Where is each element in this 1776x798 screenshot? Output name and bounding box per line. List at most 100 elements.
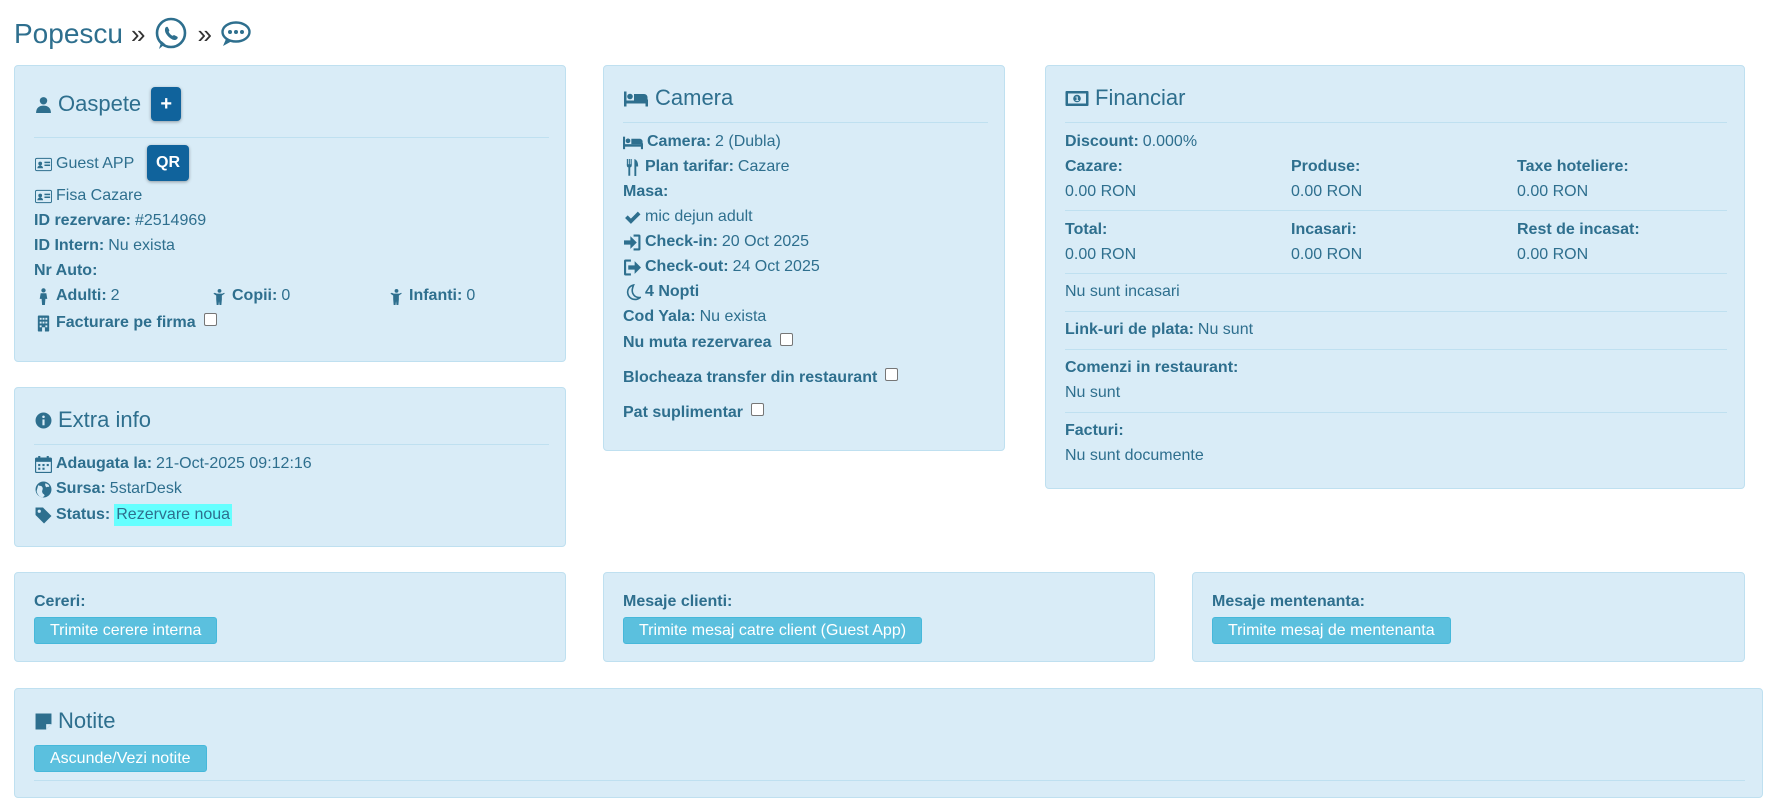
internal-id-row: ID Intern: Nu exista <box>34 236 175 256</box>
notes-panel: Notite Ascunde/Vezi notite <box>14 688 1763 798</box>
moon-icon <box>623 283 641 301</box>
chat-bubble-icon[interactable] <box>220 20 252 48</box>
restaurant-orders-label: Comenzi in restaurant: <box>1065 359 1239 376</box>
guest-app-link[interactable]: Guest APP <box>56 154 134 174</box>
send-maintenance-message-button[interactable]: Trimite mesaj de mentenanta <box>1212 617 1451 644</box>
block-transfer-label: Blocheaza transfer din restaurant <box>623 369 878 386</box>
meal-item-row: mic dejun adult <box>623 207 753 227</box>
notes-panel-title: Notite <box>58 708 116 733</box>
infant-icon <box>387 287 405 305</box>
breadcrumb-separator: » <box>130 18 146 49</box>
fisa-cazare-link[interactable]: Fisa Cazare <box>56 186 142 206</box>
company-billing-checkbox[interactable] <box>203 312 217 326</box>
discount-label: Discount: <box>1065 133 1139 150</box>
money-icon: 1 <box>1065 89 1089 107</box>
balance-value: 0.00 RON <box>1517 246 1589 263</box>
breadcrumb: Popescu » » <box>14 14 252 54</box>
payment-links-row: Link-uri de plata: Nu sunt <box>1065 320 1253 340</box>
room-row: Camera: 2 (Dubla) <box>623 132 781 152</box>
reservation-id-value: #2514969 <box>134 212 207 229</box>
rate-plan-row: Plan tarifar: Cazare <box>623 157 790 177</box>
checkin-value: 20 Oct 2025 <box>721 233 810 250</box>
sticky-note-icon <box>34 712 52 730</box>
block-transfer-checkbox[interactable] <box>885 367 899 381</box>
maintenance-messages-panel: Mesaje mentenanta: Trimite mesaj de ment… <box>1192 572 1745 662</box>
products-label: Produse: <box>1291 158 1361 175</box>
block-transfer-row: Blocheaza transfer din restaurant <box>623 367 899 388</box>
adults-row: Adulti: 2 <box>34 286 120 306</box>
balance-label: Rest de incasat: <box>1517 221 1640 238</box>
send-client-message-button[interactable]: Trimite mesaj catre client (Guest App) <box>623 617 923 644</box>
checkin-label: Check-in: <box>645 233 718 250</box>
bed-icon <box>623 133 643 151</box>
products-value: 0.00 RON <box>1291 183 1363 200</box>
guest-panel-header: Oaspete + <box>34 86 182 122</box>
lock-code-value: Nu exista <box>699 308 767 325</box>
room-panel-title: Camera <box>655 85 734 110</box>
send-internal-request-button[interactable]: Trimite cerere interna <box>34 617 218 644</box>
room-panel-header: Camera <box>623 82 733 114</box>
infants-label: Infanti: <box>409 287 463 304</box>
add-guest-button[interactable]: + <box>151 87 182 121</box>
company-billing-row: Facturare pe firma <box>34 312 217 333</box>
svg-text:1: 1 <box>1075 95 1080 103</box>
extra-info-panel: Extra info Adaugata la: 21-Oct-2025 09:1… <box>14 387 566 547</box>
added-at-label: Adaugata la: <box>56 455 153 472</box>
do-not-move-checkbox[interactable] <box>779 332 793 346</box>
discount-row: Discount: 0.000% <box>1065 132 1197 152</box>
nights-row: 4 Nopti <box>623 282 699 302</box>
added-at-value: 21-Oct-2025 09:12:16 <box>156 455 312 472</box>
financial-panel-header: 1 Financiar <box>1065 82 1185 114</box>
maintenance-messages-label: Mesaje mentenanta: <box>1212 593 1365 610</box>
whatsapp-icon[interactable] <box>153 16 189 52</box>
status-row: Status: Rezervare noua <box>34 504 233 526</box>
cutlery-icon <box>623 158 641 176</box>
status-label: Status: <box>56 506 111 523</box>
guest-panel-title: Oaspete <box>58 91 142 116</box>
do-not-move-label: Nu muta rezervarea <box>623 334 772 351</box>
room-label: Camera: <box>647 133 712 150</box>
internal-id-value: Nu exista <box>108 237 175 254</box>
guest-panel: Oaspete + Guest APP QR Fisa Cazare ID re… <box>14 65 566 362</box>
checkout-row: Check-out: 24 Oct 2025 <box>623 257 820 277</box>
guest-app-row: Guest APP <box>34 154 134 174</box>
discount-value: 0.000% <box>1142 133 1198 150</box>
payments-label: Incasari: <box>1291 221 1357 238</box>
car-number-row: Nr Auto: <box>34 261 97 281</box>
invoices-value: Nu sunt documente <box>1065 447 1204 464</box>
toggle-notes-button[interactable]: Ascunde/Vezi notite <box>34 745 207 772</box>
info-circle-icon <box>34 411 52 429</box>
accommodation-value: 0.00 RON <box>1065 183 1137 200</box>
hotel-tax-label: Taxe hoteliere: <box>1517 158 1629 175</box>
sign-in-icon <box>623 233 641 251</box>
user-icon <box>34 95 52 113</box>
check-icon <box>623 208 641 226</box>
adults-label: Adulti: <box>56 287 107 304</box>
globe-icon <box>34 480 52 498</box>
source-label: Sursa: <box>56 480 106 497</box>
reservation-id-row: ID rezervare: #2514969 <box>34 211 206 231</box>
extra-bed-checkbox[interactable] <box>751 402 765 416</box>
requests-panel: Cereri: Trimite cerere interna <box>14 572 566 662</box>
guest-name-link[interactable]: Popescu <box>14 18 123 50</box>
hotel-tax-value: 0.00 RON <box>1517 183 1589 200</box>
extra-bed-label: Pat suplimentar <box>623 404 744 421</box>
tag-icon <box>34 506 52 524</box>
children-label: Copii: <box>232 287 278 304</box>
checkin-row: Check-in: 20 Oct 2025 <box>623 232 809 252</box>
invoices-label: Facturi: <box>1065 422 1124 439</box>
company-billing-label: Facturare pe firma <box>56 314 196 331</box>
nights-value: 4 Nopti <box>645 283 700 300</box>
sign-out-icon <box>623 258 641 276</box>
checkout-label: Check-out: <box>645 258 729 275</box>
room-panel: Camera Camera: 2 (Dubla) Plan tarifar: C… <box>603 65 1005 451</box>
id-card-icon <box>34 187 52 205</box>
client-messages-panel: Mesaje clienti: Trimite mesaj catre clie… <box>603 572 1155 662</box>
qr-button[interactable]: QR <box>147 145 189 181</box>
financial-panel-title: Financiar <box>1095 85 1186 110</box>
rate-plan-value: Cazare <box>737 158 790 175</box>
car-number-label: Nr Auto: <box>34 262 98 279</box>
bed-icon <box>623 89 649 107</box>
meal-item-value: mic dejun adult <box>645 208 753 225</box>
financial-panel: 1 Financiar Discount: 0.000% Cazare: 0.0… <box>1045 65 1745 489</box>
